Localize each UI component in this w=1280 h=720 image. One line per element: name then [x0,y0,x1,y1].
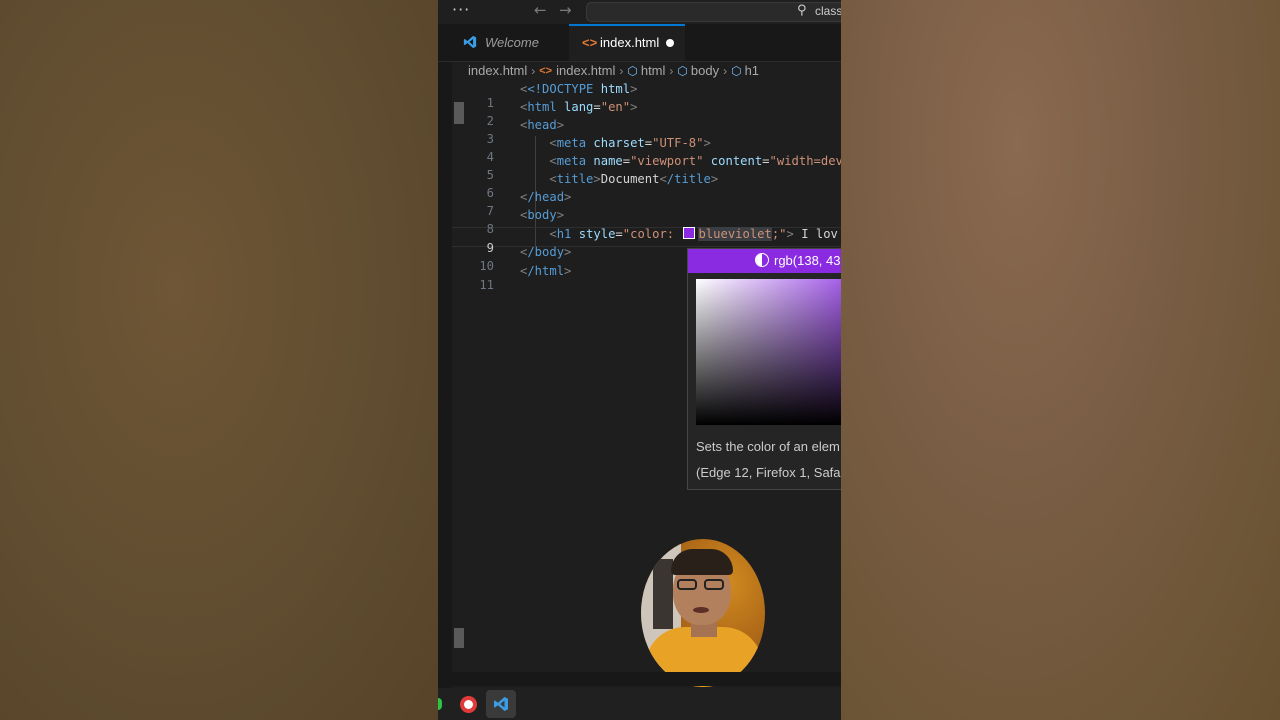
element-cube-icon: ⬡ [731,63,742,78]
code-line[interactable]: 2 <html lang="en"> [452,100,841,128]
element-cube-icon: ⬡ [677,63,688,78]
code-line-active[interactable]: 9 <h1 style="color: blueviolet;"> I lov [452,227,841,255]
breadcrumb-item[interactable]: index.html [468,63,527,78]
browser-compat: (Edge 12, Firefox 1, Safari [696,465,841,480]
video-background-right [841,0,1280,720]
taskbar [438,688,841,720]
search-icon: ⚲ [797,3,807,18]
editor-tabs: Welcome <> index.html [438,24,841,62]
chevron-right-icon: › [669,63,674,78]
color-picker-header[interactable]: rgb(138, 43 [688,249,841,273]
color-swatch-icon[interactable] [683,227,696,239]
code-line[interactable]: 1 <<!DOCTYPE html> [452,82,841,110]
tab-label: index.html [600,35,660,50]
chevron-right-icon: › [619,63,624,78]
breadcrumb: index.html › <> index.html › ⬡ html › ⬡ body › ⬡ h1 [468,62,759,82]
breadcrumb-item[interactable]: h1 [745,63,759,78]
breadcrumb-item[interactable]: body [691,63,719,78]
vscode-logo-icon [463,35,477,49]
breadcrumb-item[interactable]: index.html [556,63,615,78]
more-menu-icon[interactable]: ··· [452,0,470,19]
search-text: class [815,4,841,18]
code-line[interactable]: 7 </head> [452,190,841,218]
vscode-taskbar-button[interactable] [486,690,516,718]
title-bar: ··· ← → ⚲ class [438,0,841,24]
line-number: 11 [479,278,494,292]
saturation-box[interactable] [696,279,841,425]
color-picker-popup[interactable]: rgb(138, 43 Sets the color of an elem (E… [687,248,841,490]
chevron-right-icon: › [531,63,536,78]
code-line[interactable]: 4 <meta charset="UTF-8"> [452,136,841,164]
scrollbar-marker[interactable] [454,628,464,648]
code-line[interactable]: 6 <title>Document</title> [452,172,841,200]
glasses [677,579,727,591]
element-cube-icon: ⬡ [627,63,638,78]
activity-bar-edge [438,24,452,720]
video-background-left [0,0,438,720]
vscode-window: ··· ← → ⚲ class Welcome <> index.html in… [438,0,841,720]
contrast-icon[interactable] [755,253,769,267]
html-file-icon: <> [582,35,598,50]
selected-color-value[interactable]: blueviolet [698,227,772,241]
forward-arrow-icon[interactable]: → [559,1,572,19]
tab-label: Welcome [485,35,539,50]
unsaved-dot-icon[interactable] [666,39,674,47]
status-bar [438,672,841,686]
screen-recorder-icon[interactable] [460,696,477,713]
code-line[interactable]: 3 <head> [452,118,841,146]
code-line[interactable]: 5 <meta name="viewport" content="width=d… [452,154,841,182]
command-center-search[interactable]: ⚲ class [586,2,841,22]
vscode-logo-icon [494,697,508,711]
breadcrumb-item[interactable]: html [641,63,666,78]
property-description: Sets the color of an elem [696,439,840,454]
html-file-icon: <> [539,64,553,77]
color-rgb-value[interactable]: rgb(138, 43 [774,253,841,268]
webcam-overlay [641,539,765,687]
chevron-right-icon: › [723,63,728,78]
code-line[interactable]: 8 <body> [452,208,841,236]
tab-index-html[interactable]: <> index.html [569,24,685,61]
back-arrow-icon[interactable]: ← [534,1,547,19]
taskbar-app-indicator[interactable] [438,698,442,710]
tab-welcome[interactable]: Welcome [452,24,568,61]
